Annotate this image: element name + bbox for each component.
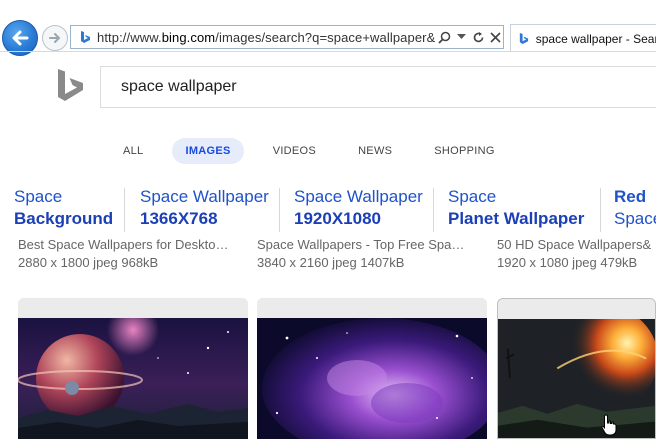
divider — [279, 188, 280, 232]
forward-arrow-icon — [49, 33, 60, 43]
search-query: space wallpaper — [121, 78, 237, 95]
related-search-item[interactable]: Space Planet Wallpaper — [448, 186, 584, 230]
tab-all[interactable]: ALL — [110, 138, 156, 164]
tab-videos[interactable]: VIDEOS — [260, 138, 329, 164]
tile-header — [498, 299, 655, 319]
back-arrow-icon — [12, 30, 29, 46]
related-line1: Red — [614, 187, 647, 206]
image-result[interactable] — [257, 298, 487, 439]
image-result[interactable] — [18, 298, 248, 439]
bing-favicon-icon — [517, 32, 530, 46]
related-line2: Space — [614, 209, 656, 228]
nebula-thumbnail — [257, 318, 487, 439]
bing-logo[interactable] — [56, 68, 86, 104]
related-line2: Planet Wallpaper — [448, 209, 585, 228]
tile-header — [18, 298, 248, 318]
chevron-down-icon[interactable] — [454, 30, 468, 44]
image-result[interactable] — [497, 298, 656, 439]
search-icon[interactable] — [437, 30, 451, 44]
related-line2: 1366X768 — [140, 209, 218, 228]
browser-tab[interactable]: space wallpaper - Search — [510, 24, 656, 52]
browser-toolbar: http://www.bing.com/images/search?q=spac… — [0, 0, 656, 56]
toolbar-divider — [0, 51, 656, 52]
bing-favicon-icon — [75, 26, 95, 48]
result-title: Space Wallpapers - Top Free Spa… — [257, 237, 465, 252]
forward-button[interactable] — [42, 25, 68, 51]
burning-planet-thumbnail — [498, 319, 655, 438]
url-domain: bing.com — [161, 29, 216, 45]
planet-thumbnail — [18, 318, 248, 439]
url-path: /images/search?q=space+wallpaper&FOR — [215, 29, 435, 45]
search-input[interactable]: space wallpaper — [100, 66, 656, 108]
url-text[interactable]: http://www.bing.com/images/search?q=spac… — [97, 30, 435, 45]
result-title: 50 HD Space Wallpapers& — [497, 237, 652, 252]
result-info: 3840 x 2160 jpeg 1407kB — [257, 255, 405, 270]
divider — [433, 188, 434, 232]
related-search-item[interactable]: Space Wallpaper 1920X1080 — [294, 186, 423, 230]
divider — [124, 188, 125, 232]
close-icon[interactable] — [488, 30, 502, 44]
refresh-icon[interactable] — [471, 30, 485, 44]
related-line1: Space — [14, 187, 63, 206]
divider — [600, 188, 601, 232]
result-title: Best Space Wallpapers for Deskto… — [18, 237, 229, 252]
related-search-item[interactable]: Space Background — [14, 186, 113, 230]
tab-shopping[interactable]: SHOPPING — [421, 138, 507, 164]
related-line1: Space — [448, 187, 497, 206]
tab-title: space wallpaper - Search — [535, 31, 656, 46]
hand-cursor-icon — [601, 414, 617, 436]
tile-header — [257, 298, 487, 318]
related-search-item[interactable]: Red Space — [614, 186, 656, 230]
result-meta[interactable]: 50 HD Space Wallpapers& 1920 x 1080 jpeg… — [497, 236, 656, 272]
related-searches: Space Background Space Wallpaper 1366X768 … — [0, 186, 656, 272]
related-line2: Background — [14, 209, 114, 228]
url-prefix: http://www. — [97, 29, 162, 45]
address-bar[interactable]: http://www.bing.com/images/search?q=spac… — [70, 25, 504, 49]
result-meta[interactable]: Space Wallpapers - Top Free Spa… 3840 x … — [257, 236, 489, 272]
result-info: 1920 x 1080 jpeg 479kB — [497, 255, 638, 270]
vertical-tabs: ALL IMAGES VIDEOS NEWS SHOPPING — [110, 138, 524, 164]
tab-news[interactable]: NEWS — [345, 138, 405, 164]
result-info: 2880 x 1800 jpeg 968kB — [18, 255, 159, 270]
related-line1: Space Wallpaper — [294, 187, 423, 206]
tab-images[interactable]: IMAGES — [172, 138, 244, 164]
related-line2: 1920X1080 — [294, 209, 381, 228]
address-tools — [437, 30, 502, 44]
related-search-item[interactable]: Space Wallpaper 1366X768 — [140, 186, 269, 230]
result-meta[interactable]: Best Space Wallpapers for Deskto… 2880 x… — [18, 236, 250, 272]
related-line1: Space Wallpaper — [140, 187, 269, 206]
